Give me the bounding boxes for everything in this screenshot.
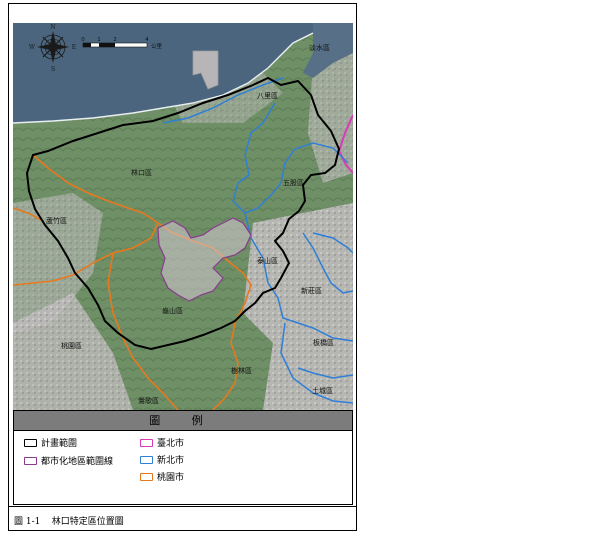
label-linkou: 林口區 (131, 168, 152, 177)
legend-item-new-taipei: 新北市 (140, 453, 184, 466)
label-tucheng: 土城區 (312, 386, 333, 395)
plan-boundary-swatch-icon (24, 438, 37, 447)
legend-label-new-taipei: 新北市 (157, 456, 185, 466)
urban-boundary-swatch-icon (24, 456, 37, 465)
legend-item-taipei: 臺北市 (140, 436, 184, 449)
map-canvas: N S E W 0 1 2 4 公里 淡水區 八里區 林口區 五股區 蘆竹區 泰… (13, 23, 353, 410)
scale-unit: 公里 (151, 43, 163, 50)
label-bali: 八里區 (257, 92, 278, 100)
scale-tick-0: 0 (81, 37, 85, 43)
legend-label-urban-boundary: 都市化地區範圍線 (41, 457, 114, 467)
legend-title: 圖 例 (14, 411, 352, 431)
label-xinzhuang: 新莊區 (301, 286, 322, 295)
label-guishan: 龜山區 (162, 306, 183, 315)
legend-label-taoyuan: 桃園市 (157, 473, 185, 483)
compass-w: W (29, 44, 36, 51)
label-taoyuan: 桃園區 (61, 341, 82, 350)
map-legend: 圖 例 計畫範圍 都市化地區範圍線 臺北市 新北市 桃園市 (13, 410, 353, 505)
label-yingge: 鶯歌區 (138, 396, 159, 405)
figure-caption: 圖 1-1 林口特定區位置圖 (14, 517, 124, 527)
location-map: N S E W 0 1 2 4 公里 淡水區 八里區 林口區 五股區 蘆竹區 泰… (13, 23, 353, 410)
caption-divider (8, 506, 357, 507)
label-banqiao: 板橋區 (313, 338, 334, 347)
label-luzhu: 蘆竹區 (46, 216, 67, 225)
legend-item-plan-boundary: 計畫範圍 (24, 436, 77, 449)
compass-s: S (51, 66, 55, 73)
label-taishan: 泰山區 (257, 256, 278, 265)
legend-label-taipei: 臺北市 (157, 439, 185, 449)
scale-tick-2: 2 (113, 37, 117, 43)
taoyuan-swatch-icon (140, 472, 153, 481)
compass-n: N (50, 24, 55, 31)
label-wugu: 五股區 (283, 179, 304, 187)
new-taipei-swatch-icon (140, 455, 153, 464)
legend-item-taoyuan: 桃園市 (140, 470, 184, 483)
legend-label-plan-boundary: 計畫範圍 (41, 439, 78, 449)
scale-tick-1: 1 (97, 37, 101, 43)
compass-e: E (72, 44, 76, 51)
legend-item-urban-boundary: 都市化地區範圍線 (24, 454, 113, 467)
label-tamsui: 淡水區 (309, 43, 330, 52)
label-shulin: 樹林區 (231, 366, 252, 375)
scale-tick-4: 4 (145, 37, 149, 43)
taipei-swatch-icon (140, 438, 153, 447)
